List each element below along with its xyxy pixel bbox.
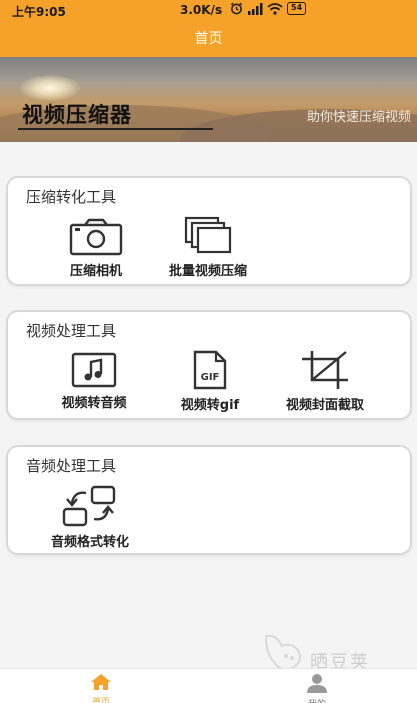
convert-icon: [62, 485, 116, 527]
batch-files-icon: [184, 216, 232, 254]
alarm-icon: [230, 2, 243, 15]
camera-icon: [69, 218, 123, 256]
nav-item-profile[interactable]: 我的: [287, 673, 347, 703]
nav-label: 首页: [91, 698, 110, 703]
section-audio-tools: 音频处理工具 音频格式转化: [8, 447, 410, 553]
app-bar: 首页: [0, 22, 417, 57]
tool-label: 视频转gif: [180, 398, 240, 413]
network-speed: 3.0K/s: [180, 3, 223, 17]
banner-underline: [18, 128, 213, 130]
signal-icon: [248, 2, 263, 15]
bean-logo-icon: [264, 634, 301, 671]
tool-batch-video-compress[interactable]: 批量视频压缩: [150, 216, 266, 279]
status-icons: 54: [230, 2, 307, 15]
banner-title: 视频压缩器: [22, 103, 132, 127]
nav-label: 我的: [287, 697, 347, 703]
section-title: 视频处理工具: [26, 322, 117, 340]
music-note-icon: [71, 352, 117, 388]
status-bar: 上午9:05 3.0K/s 54: [0, 0, 417, 22]
user-icon: [307, 674, 327, 693]
crop-icon: [302, 351, 348, 389]
page-title: 首页: [194, 31, 223, 47]
tool-label: 音频格式转化: [50, 535, 129, 550]
banner: 视频压缩器 助你快速压缩视频: [0, 57, 417, 142]
tool-video-cover-capture[interactable]: 视频封面截取: [266, 350, 384, 413]
gif-icon-text: GIF: [201, 372, 220, 383]
tool-audio-format-convert[interactable]: 音频格式转化: [32, 485, 148, 550]
tool-video-to-gif[interactable]: GIF 视频转gif: [164, 350, 256, 413]
section-title: 压缩转化工具: [26, 188, 117, 206]
status-time: 上午9:05: [12, 5, 66, 19]
banner-subtitle: 助你快速压缩视频: [306, 110, 411, 125]
tool-label: 压缩相机: [69, 264, 122, 279]
tool-compress-camera[interactable]: 压缩相机: [56, 218, 136, 279]
section-video-tools: 视频处理工具 视频转音频 GIF 视频转gif 视频封面截取: [8, 312, 410, 418]
bottom-nav: 首页 我的: [0, 668, 417, 703]
wifi-icon: [267, 2, 283, 15]
section-compress-tools: 压缩转化工具 压缩相机 批量视频压缩: [8, 178, 410, 284]
tool-label: 批量视频压缩: [168, 264, 247, 279]
home-icon: [91, 674, 111, 690]
sun-glow: [20, 75, 80, 101]
tool-label: 视频封面截取: [285, 398, 364, 413]
section-title: 音频处理工具: [26, 457, 117, 475]
battery-icon: 54: [287, 2, 307, 15]
watermark: 晒豆荚: [262, 632, 392, 673]
tool-video-to-audio[interactable]: 视频转音频: [44, 352, 144, 411]
gif-file-icon: GIF: [193, 350, 227, 390]
nav-item-home[interactable]: 首页: [71, 673, 131, 703]
tool-label: 视频转音频: [61, 396, 127, 411]
